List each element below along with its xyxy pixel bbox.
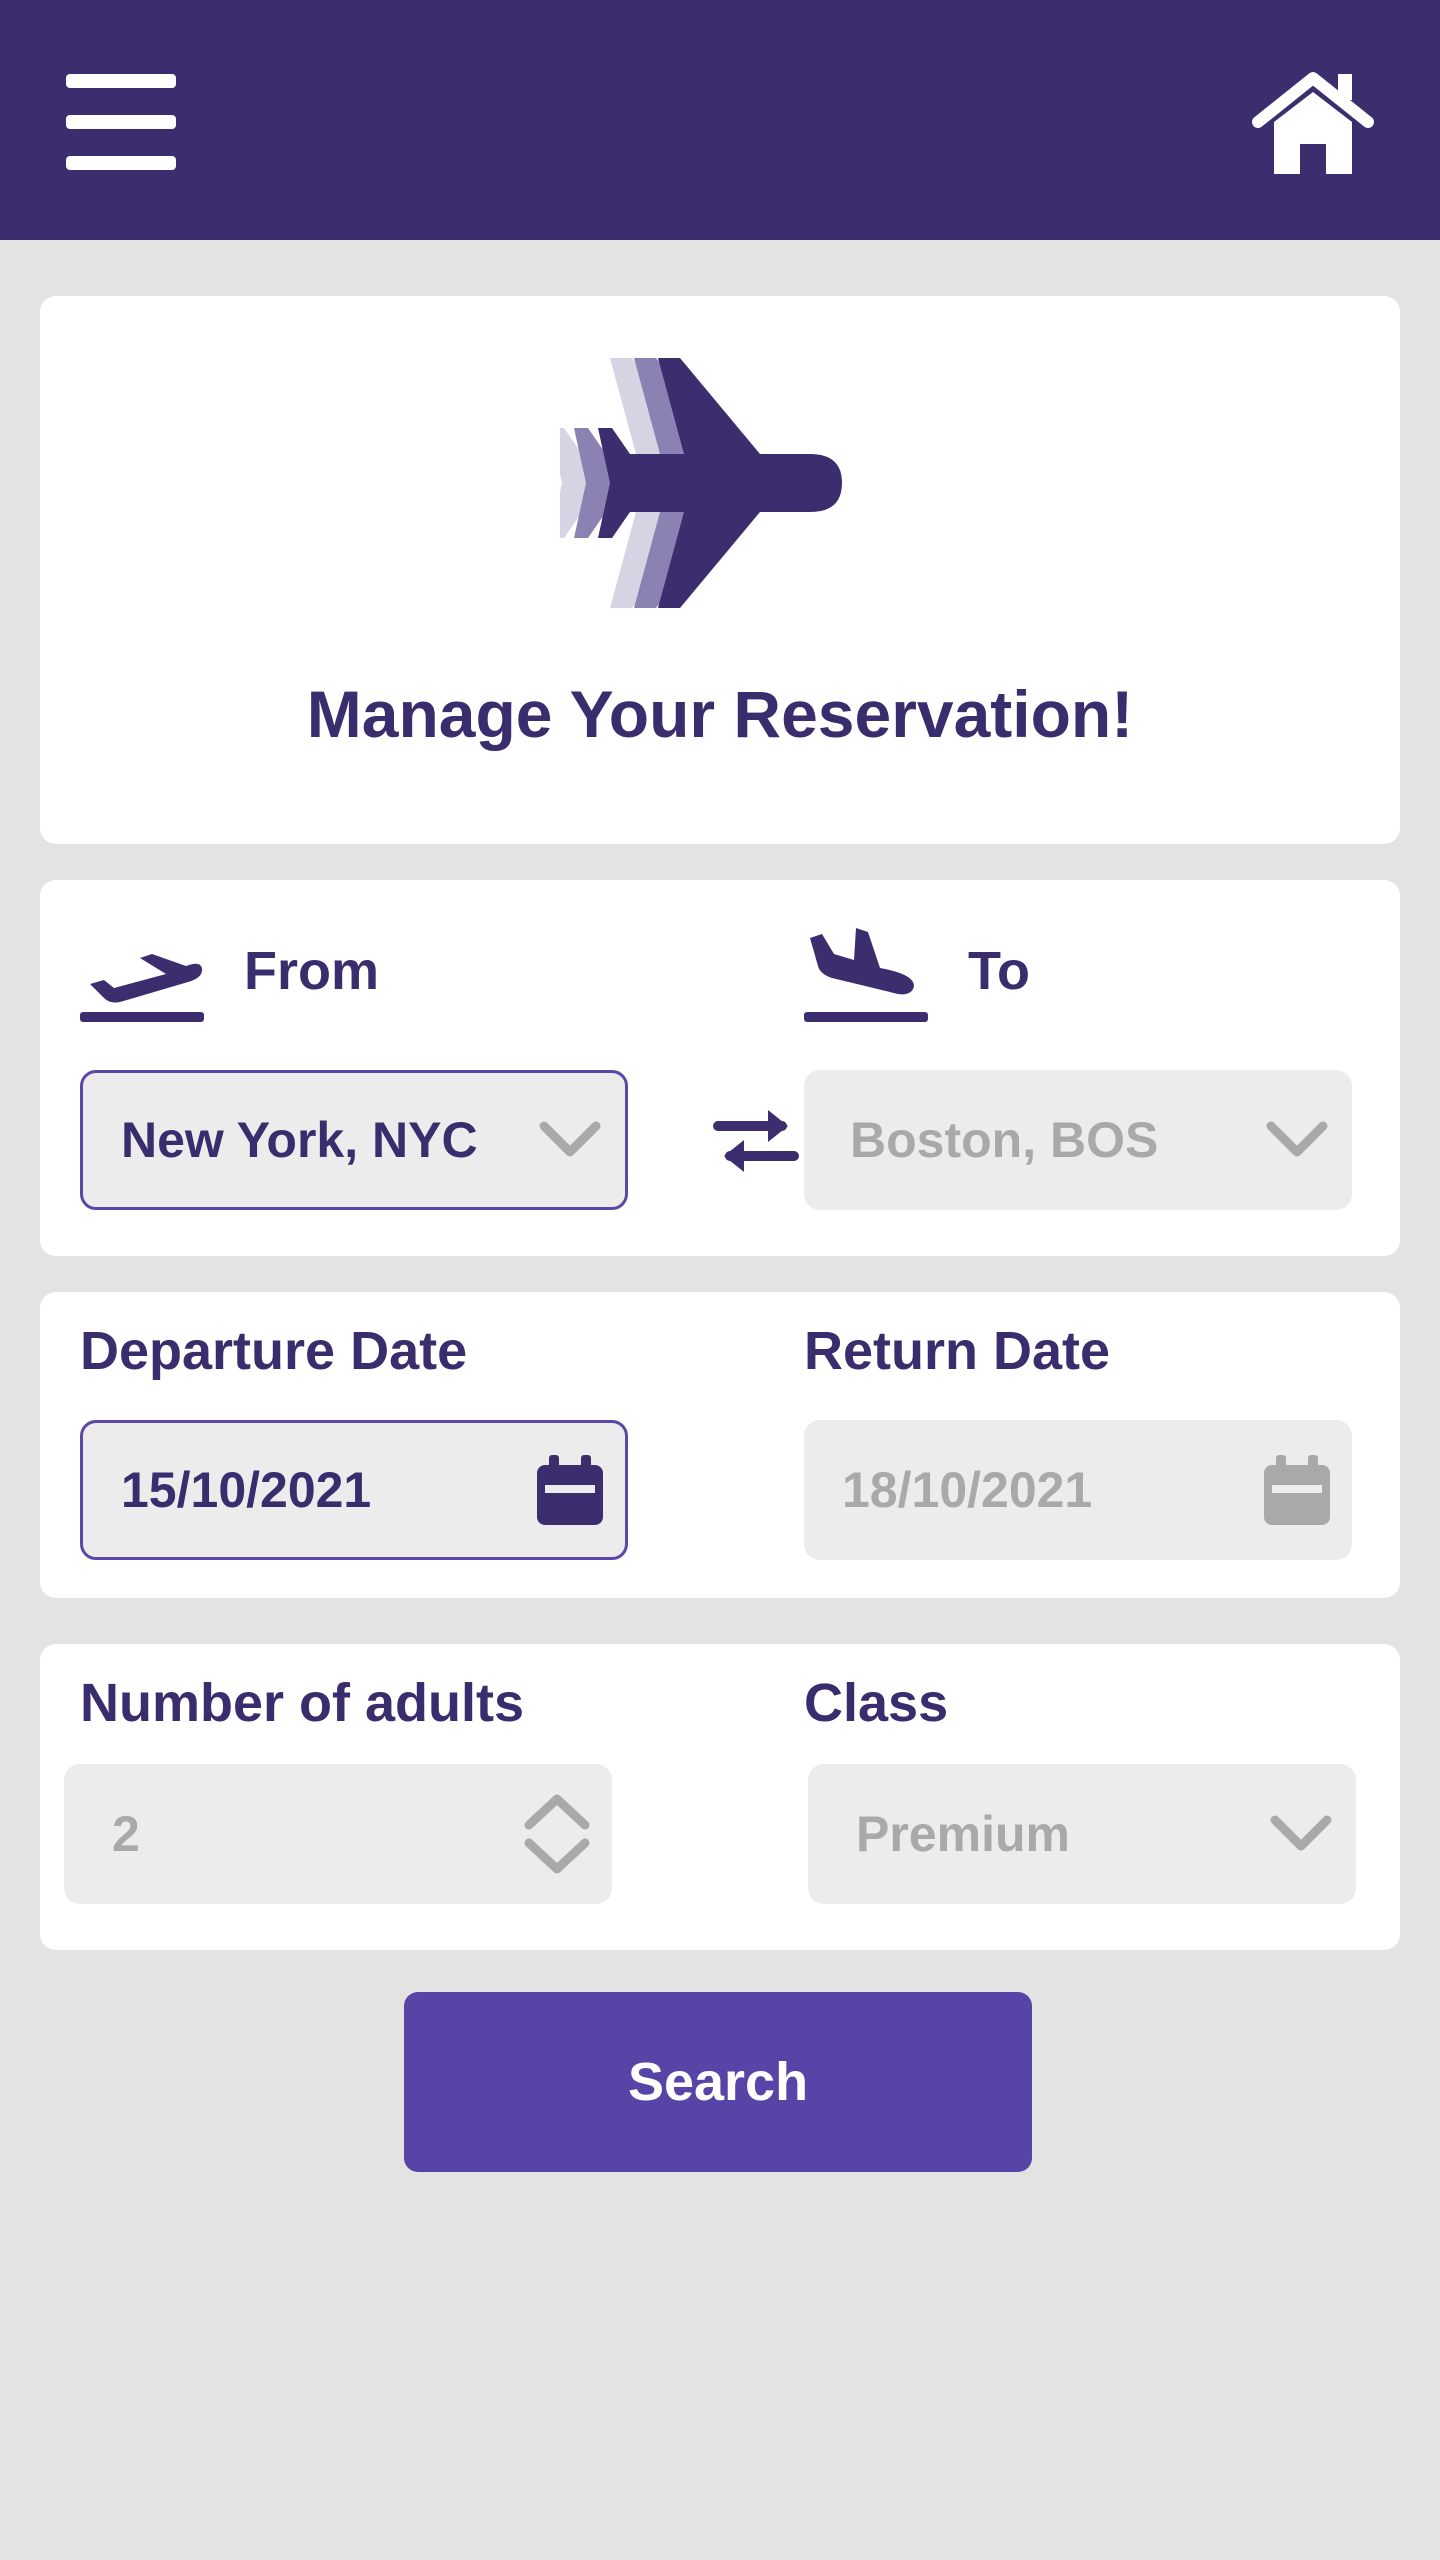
- return-date-input[interactable]: 18/10/2021: [804, 1420, 1352, 1560]
- departure-date-value: 15/10/2021: [121, 1462, 372, 1518]
- adults-label: Number of adults: [80, 1673, 525, 1733]
- adults-value: 2: [112, 1806, 140, 1862]
- calendar-icon: [1242, 1420, 1352, 1560]
- departure-date-input[interactable]: 15/10/2021: [80, 1420, 628, 1560]
- calendar-icon: [515, 1423, 625, 1557]
- class-label: Class: [804, 1673, 949, 1733]
- page-title: Manage Your Reservation!: [306, 677, 1134, 751]
- departure-date-label: Departure Date: [80, 1321, 468, 1381]
- adults-stepper[interactable]: 2: [64, 1764, 612, 1904]
- route-card: From To New York, NYC Boston, BOS: [40, 880, 1400, 1256]
- top-app-bar: [0, 0, 1440, 240]
- to-select[interactable]: Boston, BOS: [804, 1070, 1352, 1210]
- return-date-value: 18/10/2021: [842, 1462, 1093, 1518]
- plane-departure-icon: [80, 954, 204, 1022]
- passengers-card: Number of adults Class 2 Premium: [40, 1644, 1400, 1950]
- dates-card: Departure Date Return Date 15/10/2021 18…: [40, 1292, 1400, 1598]
- chevron-down-icon: [515, 1073, 625, 1207]
- swap-arrows-icon[interactable]: [712, 1106, 800, 1176]
- from-select-value: New York, NYC: [121, 1112, 478, 1168]
- to-label: To: [968, 941, 1030, 1001]
- class-select[interactable]: Premium: [808, 1764, 1356, 1904]
- plane-arrival-icon: [804, 928, 928, 1022]
- return-date-label: Return Date: [804, 1321, 1111, 1381]
- airplane-icon: [560, 358, 842, 608]
- to-select-value: Boston, BOS: [850, 1112, 1159, 1168]
- from-label: From: [244, 941, 379, 1001]
- chevron-down-icon: [1242, 1070, 1352, 1210]
- home-icon[interactable]: [1252, 70, 1374, 174]
- chevron-down-icon: [1246, 1764, 1356, 1904]
- hamburger-menu-icon[interactable]: [66, 74, 178, 170]
- from-select[interactable]: New York, NYC: [80, 1070, 628, 1210]
- hero-card: Manage Your Reservation!: [40, 296, 1400, 844]
- class-value: Premium: [856, 1806, 1070, 1862]
- search-button[interactable]: Search: [404, 1992, 1032, 2172]
- stepper-arrows-icon[interactable]: [502, 1764, 612, 1904]
